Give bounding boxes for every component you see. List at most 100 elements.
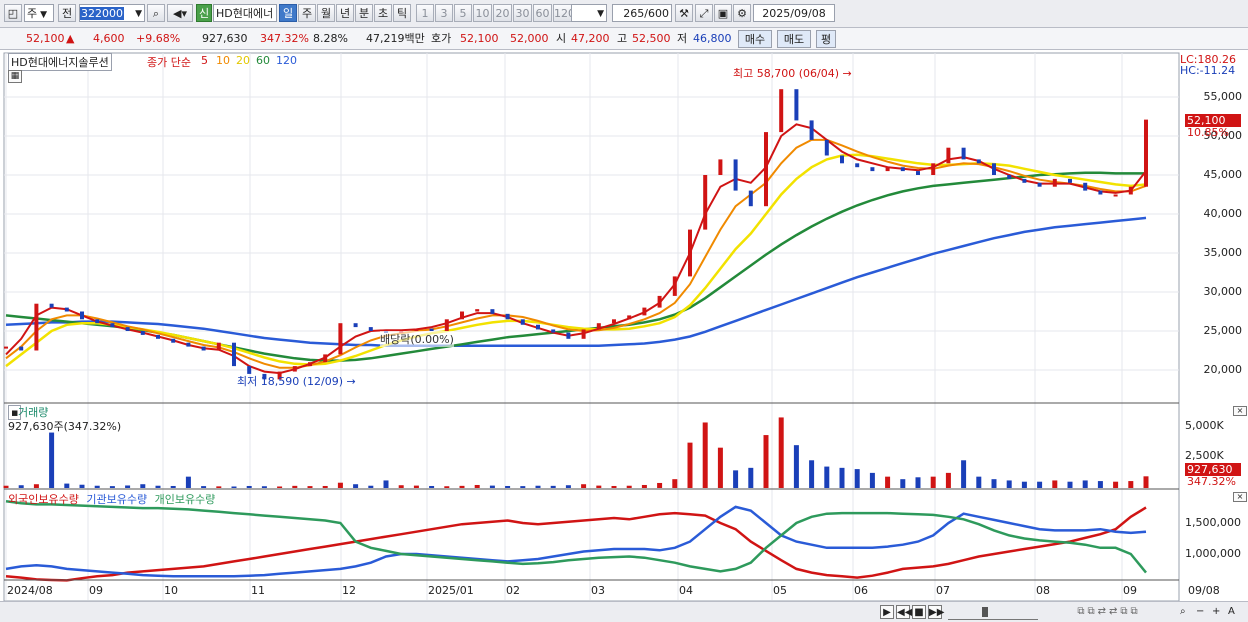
volume-bar	[170, 485, 176, 488]
save-icon[interactable]: ▣	[714, 4, 732, 22]
custom-interval-select[interactable]: ▼	[571, 4, 607, 22]
volume-bar	[33, 484, 39, 488]
volume-bar	[976, 476, 982, 488]
date-tick-label: 2024/08	[7, 584, 53, 597]
stock-name-field[interactable]: HD현대에너	[213, 4, 277, 22]
price-change-pct: +9.68%	[136, 32, 181, 45]
candle	[779, 89, 784, 133]
stock-chart[interactable]	[0, 51, 1248, 601]
volume-bar	[869, 472, 875, 488]
slider-handle[interactable]	[982, 607, 988, 617]
candle	[536, 324, 540, 330]
pane-close-icon[interactable]: ×	[1233, 406, 1247, 416]
period-button-6[interactable]: 틱	[393, 4, 411, 22]
period-button-1[interactable]: 주	[298, 4, 316, 22]
volume-bar	[915, 477, 921, 488]
zoom-icon[interactable]: ⤢	[695, 4, 713, 22]
period-select[interactable]: 주 ▼	[24, 4, 54, 22]
candle	[961, 147, 966, 160]
minus-icon[interactable]: −	[1196, 605, 1204, 619]
calculator-icon[interactable]: ▦	[8, 70, 22, 83]
annotation-dividend: 배당락(0.00%)	[380, 331, 454, 347]
minute-button-3[interactable]: 3	[435, 4, 453, 22]
candle	[216, 342, 221, 351]
volume-bar	[444, 486, 450, 488]
volume-bar	[292, 485, 298, 488]
pane-close-icon[interactable]: ×	[1233, 492, 1247, 502]
play-icon[interactable]: ▶	[880, 605, 894, 619]
buy-button[interactable]: 매수	[738, 30, 772, 48]
date-field[interactable]: 2025/09/08	[753, 4, 835, 22]
candle	[992, 163, 996, 175]
speaker-icon[interactable]: ◀▾	[167, 4, 193, 22]
minute-button-10[interactable]: 10	[473, 4, 492, 22]
candle	[581, 329, 586, 339]
period-button-4[interactable]: 분	[355, 4, 373, 22]
chart-title[interactable]: HD현대에너지솔루션	[8, 53, 112, 71]
annotation-high: 최고 58,700 (06/04) →	[733, 65, 852, 81]
quote-bar: 52,100 ▲ 4,600 +9.68% 927,630 347.32% 8.…	[0, 28, 1248, 50]
sell-button[interactable]: 매도	[777, 30, 811, 48]
volume-bar	[140, 484, 146, 488]
next-icon[interactable]: ▶▶	[928, 605, 944, 619]
period-button-5[interactable]: 초	[374, 4, 392, 22]
volume-bar	[459, 485, 465, 488]
stop-icon[interactable]: ■	[912, 605, 926, 619]
scroll-slider[interactable]	[948, 605, 1038, 620]
count-field[interactable]: 265/600	[612, 4, 672, 22]
stock-code-input[interactable]: 322000 ▼	[79, 4, 145, 22]
individual-legend: 개인보유수량	[154, 493, 216, 506]
ma20-legend: 20	[236, 54, 250, 67]
chart-tool-icon[interactable]: ⚒	[675, 4, 693, 22]
minute-button-20[interactable]: 20	[493, 4, 512, 22]
ownership-tick-low: 1,000,000	[1185, 547, 1241, 560]
volume-bar	[18, 485, 24, 488]
candle	[292, 366, 297, 372]
search-icon[interactable]: ⌕	[147, 4, 165, 22]
minute-button-5[interactable]: 5	[454, 4, 472, 22]
chart-tools[interactable]: ⧉⧉⇄⇄⧉⧉	[1044, 605, 1174, 619]
volume-bar	[565, 485, 571, 488]
evaluate-button[interactable]: 평	[816, 30, 836, 48]
volume-bar	[246, 485, 252, 488]
scroll-bar[interactable]: ▶ ◀◀ ■ ▶▶ ⧉⧉⇄⇄⧉⧉ ⌕ − + A	[0, 601, 1248, 622]
minute-button-1[interactable]: 1	[416, 4, 434, 22]
minute-button-60[interactable]: 60	[533, 4, 552, 22]
period-button-3[interactable]: 년	[336, 4, 354, 22]
window-menu-icon[interactable]: ◰	[4, 4, 22, 22]
volume-bar	[991, 479, 997, 488]
volume-bar	[337, 482, 343, 488]
price-tick-label: 30,000	[1203, 285, 1243, 298]
search-icon[interactable]: ⌕	[1180, 605, 1186, 619]
date-tick-label: 08	[1036, 584, 1050, 597]
candle	[140, 331, 145, 335]
new-listing-badge: 신	[196, 4, 212, 22]
font-size-icon[interactable]: A	[1228, 605, 1235, 619]
candle	[703, 175, 708, 230]
open-label: 시	[556, 32, 567, 45]
plus-icon[interactable]: +	[1212, 605, 1220, 619]
period-button-2[interactable]: 월	[317, 4, 335, 22]
period-button-0[interactable]: 일	[279, 4, 297, 22]
prev-button[interactable]: 전	[58, 4, 76, 22]
volume-bar	[900, 479, 906, 488]
candle	[566, 332, 571, 339]
gear-icon[interactable]: ⚙	[733, 4, 751, 22]
date-tick-label: 02	[506, 584, 520, 597]
count-total: /600	[644, 7, 669, 20]
price-tick-label: 25,000	[1203, 324, 1243, 337]
volume-bar	[322, 485, 328, 488]
candle	[475, 309, 480, 312]
candle	[688, 229, 692, 277]
minute-button-30[interactable]: 30	[513, 4, 532, 22]
volume-bar	[702, 422, 708, 488]
candle	[125, 327, 130, 331]
volume-bar	[854, 469, 860, 488]
volume-bar	[1067, 481, 1073, 488]
candle	[764, 132, 768, 207]
volume-bar	[626, 485, 632, 488]
candle	[596, 323, 601, 330]
prev-icon[interactable]: ◀◀	[896, 605, 912, 619]
volume-bar	[1052, 480, 1058, 488]
volume-bar	[125, 485, 131, 488]
